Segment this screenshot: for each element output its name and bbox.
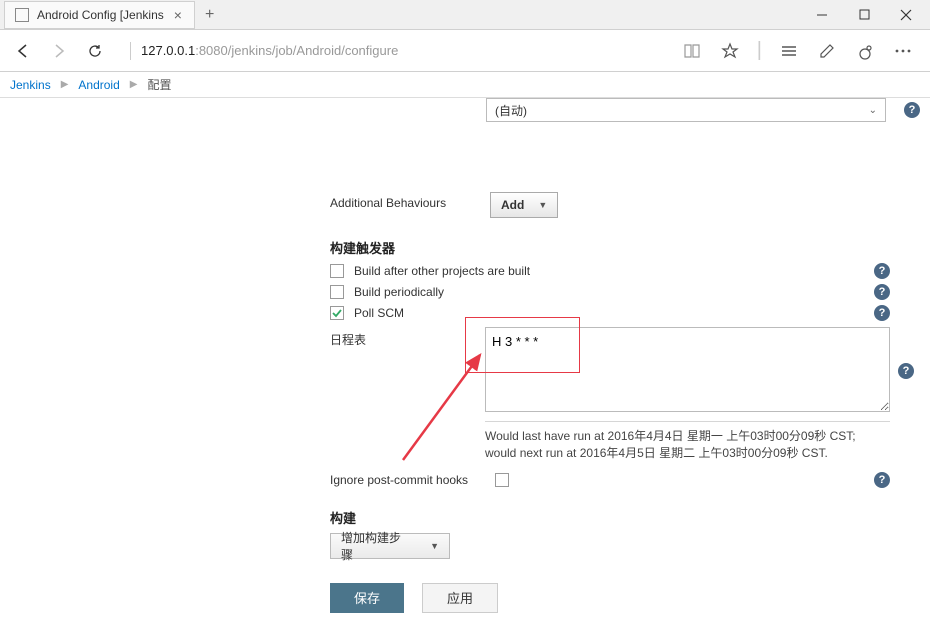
tab-favicon <box>15 8 29 22</box>
ignore-label: Ignore post-commit hooks <box>330 473 485 487</box>
back-button[interactable] <box>8 36 38 66</box>
url-path: :8080/jenkins/job/Android/configure <box>195 43 398 58</box>
caret-down-icon: ▼ <box>538 200 547 210</box>
titlebar: Android Config [Jenkins × + <box>0 0 930 30</box>
breadcrumb: Jenkins ▶ Android ▶ 配置 <box>0 72 930 98</box>
new-tab-button[interactable]: + <box>195 6 224 24</box>
maximize-button[interactable] <box>852 3 876 27</box>
help-icon[interactable]: ? <box>874 284 890 300</box>
breadcrumb-config[interactable]: 配置 <box>147 76 171 93</box>
checkbox-poll-scm[interactable] <box>330 306 344 320</box>
close-tab-icon[interactable]: × <box>172 7 184 23</box>
content: (自动) ⌄ ? Additional Behaviours Add ▼ 构建触… <box>0 98 930 613</box>
address-bar[interactable]: 127.0.0.1:8080/jenkins/job/Android/confi… <box>122 36 562 66</box>
favorite-icon[interactable] <box>719 40 741 62</box>
separator: | <box>757 39 762 62</box>
apply-button[interactable]: 应用 <box>422 583 498 613</box>
checkbox-build-periodically[interactable] <box>330 285 344 299</box>
add-btn-label: Add <box>501 198 524 212</box>
section-build: 构建 <box>330 508 920 527</box>
checkbox-build-after[interactable] <box>330 264 344 278</box>
chevron-down-icon: ⌄ <box>869 105 877 116</box>
help-icon[interactable]: ? <box>874 263 890 279</box>
browser-toolbar: 127.0.0.1:8080/jenkins/job/Android/confi… <box>0 30 930 72</box>
more-icon[interactable] <box>892 40 914 62</box>
webnote-icon[interactable] <box>816 40 838 62</box>
hub-icon[interactable] <box>778 40 800 62</box>
tab-title: Android Config [Jenkins <box>37 8 164 22</box>
label-poll-scm[interactable]: Poll SCM <box>354 306 404 320</box>
label-build-periodically[interactable]: Build periodically <box>354 285 444 299</box>
refresh-button[interactable] <box>80 36 110 66</box>
save-button[interactable]: 保存 <box>330 583 404 613</box>
schedule-info: Would last have run at 2016年4月4日 星期一 上午0… <box>485 428 890 462</box>
toolbar-right: | <box>681 39 922 62</box>
close-window-button[interactable] <box>894 3 918 27</box>
schedule-label: 日程表 <box>330 327 485 348</box>
help-icon[interactable]: ? <box>904 102 920 118</box>
reading-view-icon[interactable] <box>681 40 703 62</box>
chevron-right-icon: ▶ <box>61 79 69 90</box>
help-icon[interactable]: ? <box>874 472 890 488</box>
help-icon[interactable]: ? <box>898 363 914 379</box>
forward-button[interactable] <box>44 36 74 66</box>
breadcrumb-jenkins[interactable]: Jenkins <box>10 78 51 92</box>
checkbox-ignore-hooks[interactable] <box>495 473 509 487</box>
add-behaviour-button[interactable]: Add ▼ <box>490 192 558 218</box>
build-dd-label: 增加构建步骤 <box>341 529 412 563</box>
label-blank <box>330 98 486 102</box>
chevron-right-icon: ▶ <box>130 79 138 90</box>
label-build-after[interactable]: Build after other projects are built <box>354 264 530 278</box>
share-icon[interactable] <box>854 40 876 62</box>
add-build-step-button[interactable]: 增加构建步骤 ▼ <box>330 533 450 559</box>
caret-down-icon: ▼ <box>430 541 439 551</box>
schedule-textarea[interactable] <box>485 327 890 412</box>
url-host: 127.0.0.1 <box>141 43 195 58</box>
section-build-triggers: 构建触发器 <box>330 238 920 257</box>
help-icon[interactable]: ? <box>874 305 890 321</box>
browser-tab[interactable]: Android Config [Jenkins × <box>4 1 195 29</box>
breadcrumb-android[interactable]: Android <box>78 78 119 92</box>
window-controls <box>810 3 930 27</box>
divider <box>485 421 890 422</box>
select-value: (自动) <box>495 102 527 119</box>
select-auto[interactable]: (自动) ⌄ <box>486 98 886 122</box>
minimize-button[interactable] <box>810 3 834 27</box>
additional-behaviours-label: Additional Behaviours <box>330 192 490 210</box>
